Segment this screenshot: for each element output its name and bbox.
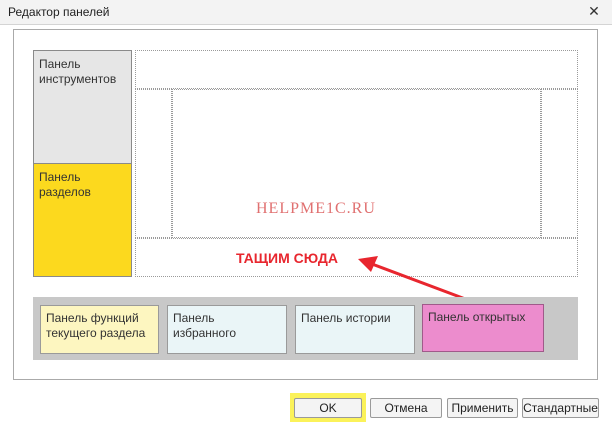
standard-button[interactable]: Стандартные <box>522 398 599 418</box>
history-panel-line1: Панель истории <box>301 311 391 325</box>
drag-arrow-icon <box>358 256 478 305</box>
open-items-panel-line1: Панель открытых <box>428 310 526 324</box>
functions-panel-line2: текущего раздела <box>46 326 146 340</box>
favorites-panel-item[interactable]: Панель избранного <box>167 305 287 354</box>
open-items-panel-item[interactable]: Панель открытых <box>422 304 544 352</box>
functions-panel-line1: Панель функций <box>46 311 139 325</box>
apply-button[interactable]: Применить <box>447 398 518 418</box>
favorites-panel-line2: избранного <box>173 326 237 340</box>
functions-panel-item[interactable]: Панель функций текущего раздела <box>40 305 159 354</box>
ok-button[interactable]: OK <box>294 398 362 418</box>
history-panel-item[interactable]: Панель истории <box>295 305 415 354</box>
favorites-panel-line1: Панель <box>173 311 215 325</box>
cancel-button[interactable]: Отмена <box>370 398 442 418</box>
